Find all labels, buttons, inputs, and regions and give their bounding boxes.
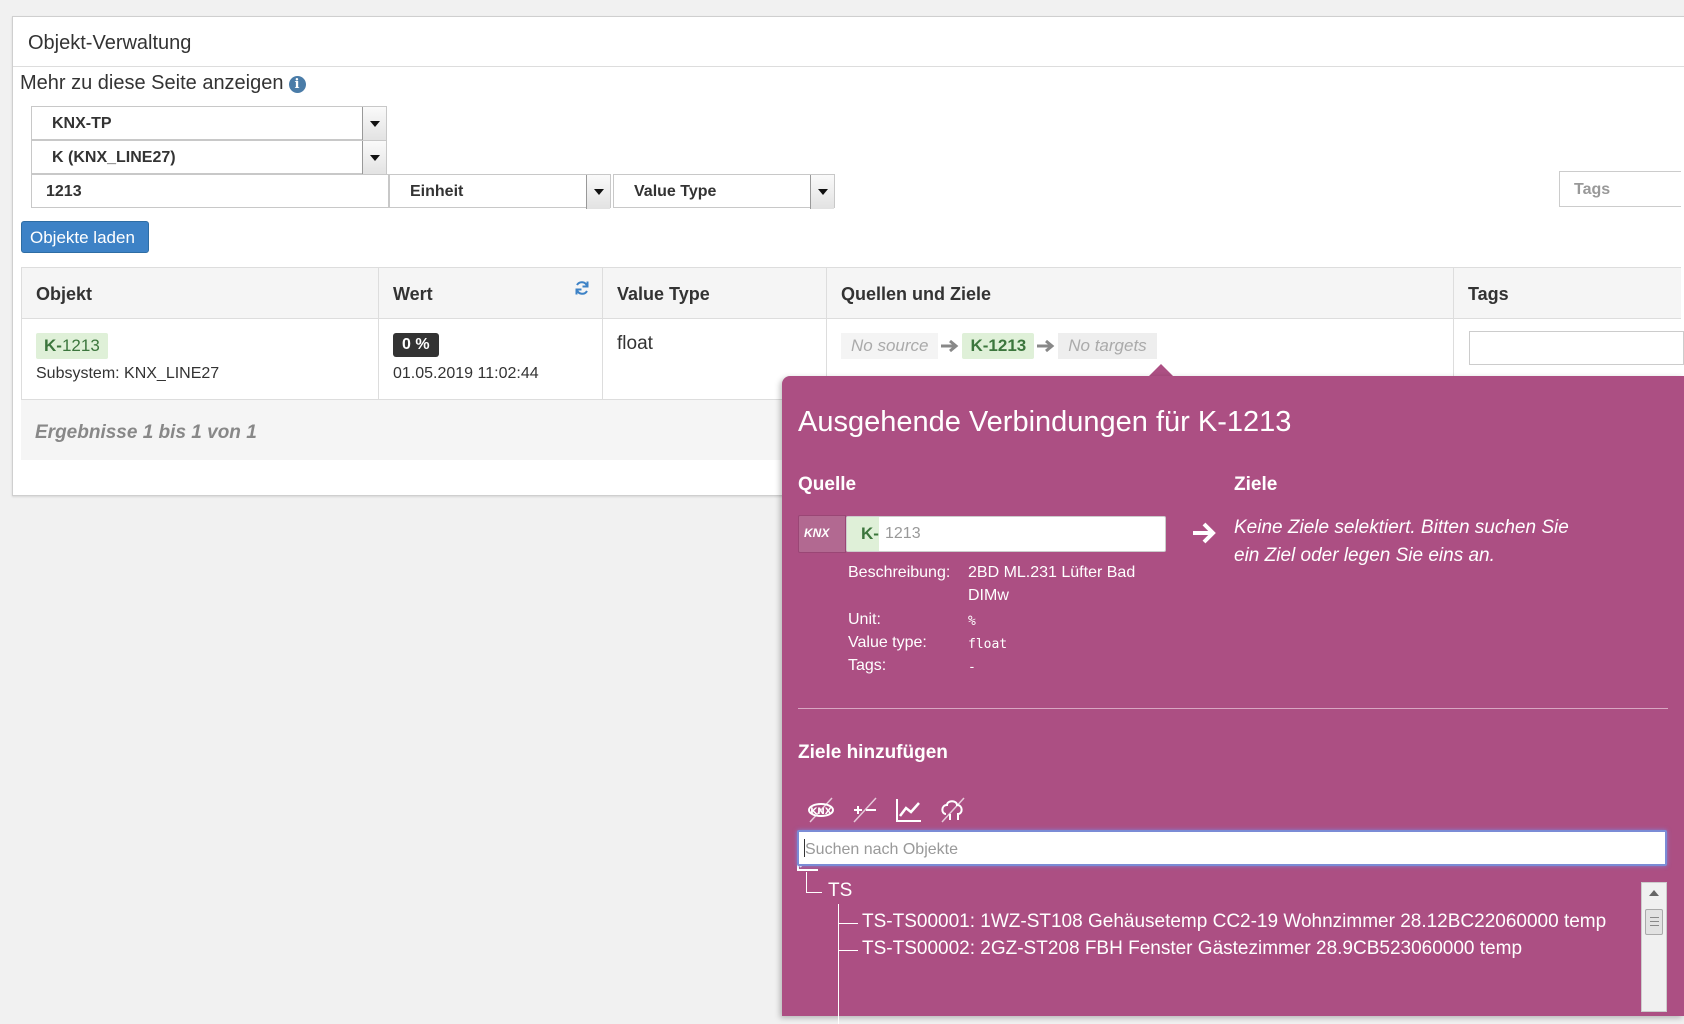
desc-value-line-2: DIMw xyxy=(968,587,1009,604)
search-placeholder: Suchen nach Objekte xyxy=(805,841,958,858)
header-value[interactable]: Wert xyxy=(379,267,603,319)
more-info-text: Mehr zu diese Seite anzeigen xyxy=(20,72,284,94)
connection-chain: No source K-1213 No targets xyxy=(841,333,1157,359)
header-value-label: Wert xyxy=(393,284,433,304)
subsystem-type-select[interactable]: KNX-TP xyxy=(31,106,387,141)
value-type-select[interactable]: Value Type xyxy=(613,174,835,209)
subsystem-value: K (KNX_LINE27) xyxy=(52,149,176,166)
source-input[interactable]: K- 1213 xyxy=(846,516,1166,552)
tree-connector xyxy=(806,892,822,893)
row-tags-input[interactable] xyxy=(1469,331,1684,365)
object-badge[interactable]: K-1213 xyxy=(36,333,108,359)
object-search-input[interactable]: 1213 xyxy=(31,174,389,208)
arrow-right-icon xyxy=(1193,522,1216,544)
source-value: 1213 xyxy=(885,525,921,542)
value-cell: 0 % 01.05.2019 11:02:44 xyxy=(379,319,603,400)
chevron-down-icon[interactable] xyxy=(362,107,386,141)
knx-filter-icon[interactable]: KNX xyxy=(806,796,836,824)
formula-filter-icon[interactable] xyxy=(850,796,880,824)
header-tags[interactable]: Tags xyxy=(1454,267,1681,319)
object-id: 1213 xyxy=(61,336,100,355)
add-targets-heading: Ziele hinzufügen xyxy=(798,742,948,763)
timestamp: 01.05.2019 11:02:44 xyxy=(393,365,539,382)
arrow-right-icon xyxy=(1037,339,1055,353)
section-divider xyxy=(798,708,1668,709)
no-source-badge[interactable]: No source xyxy=(841,333,939,359)
tags-input[interactable]: Tags xyxy=(1559,171,1681,207)
scroll-up-icon[interactable] xyxy=(1649,889,1659,897)
chevron-down-icon[interactable] xyxy=(586,175,610,209)
knx-logo-icon: KNX xyxy=(798,515,846,553)
panel-title: Objekt-Verwaltung xyxy=(13,17,1684,67)
tree-connector xyxy=(838,923,858,924)
target-search-input[interactable]: Suchen nach Objekte xyxy=(797,830,1667,866)
object-prefix: K- xyxy=(44,336,62,355)
info-icon[interactable]: i xyxy=(288,76,306,93)
popover-caret xyxy=(1149,364,1173,376)
tree-scrollbar[interactable] xyxy=(1641,882,1667,1012)
tree-item[interactable]: TS-TS00002: 2GZ-ST208 FBH Fenster Gästez… xyxy=(862,938,1522,960)
source-heading: Quelle xyxy=(798,474,857,495)
source-prefix: K- xyxy=(847,517,879,551)
subsystem-type-value: KNX-TP xyxy=(52,115,112,132)
unit-select[interactable]: Einheit xyxy=(389,174,611,209)
tree-connector xyxy=(838,904,839,1024)
unit-value: % xyxy=(968,614,976,629)
desc-value-line-1: 2BD ML.231 Lüfter Bad xyxy=(968,564,1136,581)
tree-connector xyxy=(838,950,858,951)
chart-line-icon[interactable] xyxy=(894,796,924,824)
desc-key: Beschreibung: xyxy=(848,564,951,581)
subsystem-select[interactable]: K (KNX_LINE27) xyxy=(31,140,387,175)
outgoing-connections-popover: Ausgehende Verbindungen für K-1213 Quell… xyxy=(782,376,1684,1024)
object-link-badge[interactable]: K-1213 xyxy=(962,333,1035,359)
chevron-down-icon[interactable] xyxy=(810,175,834,209)
no-targets-badge[interactable]: No targets xyxy=(1058,333,1157,359)
header-value-type[interactable]: Value Type xyxy=(603,267,827,319)
unit-placeholder: Einheit xyxy=(410,183,464,200)
table-row: K-1213 Subsystem: KNX_LINE27 xyxy=(21,319,379,400)
tags-key: Tags: xyxy=(848,657,887,674)
arrow-right-icon xyxy=(941,339,959,353)
value-type-value: float xyxy=(968,637,1008,652)
targets-heading: Ziele xyxy=(1234,474,1278,495)
no-targets-line-1: Keine Ziele selektiert. Bitten suchen Si… xyxy=(1234,517,1569,538)
scroll-thumb[interactable] xyxy=(1645,909,1663,935)
tree-connector xyxy=(806,872,807,892)
value-type-placeholder: Value Type xyxy=(634,183,717,200)
source-details: Beschreibung: 2BD ML.231 Lüfter Bad DIMw… xyxy=(848,564,1188,704)
unit-key: Unit: xyxy=(848,611,881,628)
svg-text:KNX: KNX xyxy=(810,807,832,817)
header-object[interactable]: Objekt xyxy=(21,267,379,319)
brain-filter-icon[interactable] xyxy=(938,796,968,824)
load-objects-button[interactable]: Objekte laden xyxy=(21,221,149,253)
tree-group-label[interactable]: TS xyxy=(828,880,852,902)
tags-value: - xyxy=(968,660,976,675)
value-type-text: float xyxy=(617,333,653,354)
chevron-down-icon[interactable] xyxy=(362,141,386,175)
tree-item[interactable]: TS-TS00001: 1WZ-ST108 Gehäusetemp CC2-19… xyxy=(862,911,1606,933)
subsystem-label: Subsystem: KNX_LINE27 xyxy=(36,365,220,382)
value-type-key: Value type: xyxy=(848,634,927,651)
refresh-icon[interactable] xyxy=(574,280,590,296)
popover-title: Ausgehende Verbindungen für K-1213 xyxy=(798,406,1292,438)
object-link-text: K-1213 xyxy=(970,336,1027,355)
header-sources-targets[interactable]: Quellen und Ziele xyxy=(827,267,1454,319)
knx-logo-text: KNX xyxy=(804,526,830,540)
value-badge: 0 % xyxy=(393,333,439,357)
no-targets-line-2: ein Ziel oder legen Sie eins an. xyxy=(1234,545,1495,566)
more-info-label[interactable]: Mehr zu diese Seite anzeigen i xyxy=(20,72,306,95)
no-targets-message: Keine Ziele selektiert. Bitten suchen Si… xyxy=(1234,514,1569,570)
